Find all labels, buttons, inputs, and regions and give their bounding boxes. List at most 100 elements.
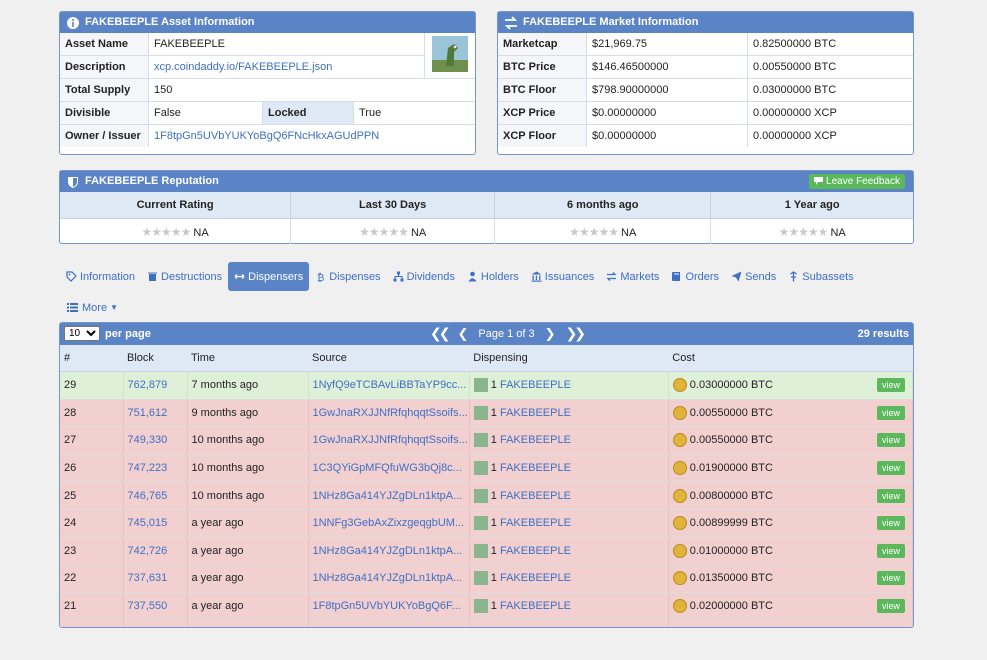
reputation-table: Current Rating Last 30 Days 6 months ago… (60, 192, 913, 244)
row-time: 10 months ago (187, 426, 309, 455)
current-rating-value: NA (193, 226, 209, 239)
view-button[interactable]: view (876, 543, 905, 558)
prev-page-icon[interactable]: ❮ (457, 326, 468, 342)
block-link[interactable]: 736,676 (123, 619, 188, 627)
block-link[interactable]: 745,015 (123, 509, 188, 538)
block-link[interactable]: 737,631 (123, 564, 188, 593)
book-icon (672, 272, 681, 281)
asset-name-label: Asset Name (60, 33, 149, 56)
source-address-link[interactable]: 1F8tpGn5UVbYUKYoBgQ6F... (308, 592, 470, 621)
table-row: 24 745,015 a year ago 1NNFg3GebAxZixzgeqgbU… (60, 509, 913, 538)
tab-more-label: More (82, 301, 108, 314)
description-label: Description (60, 55, 149, 79)
per-page-select[interactable]: 10 (64, 326, 100, 341)
asset-link[interactable]: FAKEBEEPLE (500, 600, 571, 612)
next-page-icon[interactable]: ❯ (545, 326, 556, 342)
col-cost-header[interactable]: Cost (668, 345, 913, 372)
block-link[interactable]: 747,223 (123, 454, 188, 483)
tab-subassets[interactable]: Subassets (782, 262, 859, 291)
tab-dispenses-label: Dispenses (329, 270, 381, 283)
col-block-header[interactable]: Block (123, 345, 187, 372)
view-button[interactable]: view (876, 433, 905, 448)
first-page-icon[interactable]: ❮❮ (430, 325, 451, 342)
tab-information[interactable]: Information (60, 262, 141, 291)
block-link[interactable]: 751,612 (123, 399, 188, 428)
col-number-header[interactable]: # (60, 345, 123, 372)
row-number: 23 (60, 537, 124, 566)
rating-stars-icon[interactable]: ★★★★★ (569, 225, 619, 239)
asset-link[interactable]: FAKEBEEPLE (500, 517, 571, 529)
block-link[interactable]: 762,879 (123, 371, 188, 400)
col-time-header[interactable]: Time (187, 345, 308, 372)
tab-dividends[interactable]: Dividends (387, 262, 461, 291)
asset-link[interactable]: FAKEBEEPLE (500, 462, 571, 474)
marketcap-label: Marketcap (498, 33, 587, 56)
tab-orders[interactable]: Orders (665, 262, 725, 291)
source-address-link[interactable]: 1NHz8Ga414YJZgDLn1ktpA... (308, 564, 470, 593)
block-link[interactable]: 749,330 (123, 426, 188, 455)
view-button[interactable]: view (876, 378, 905, 393)
table-row: 20736,676a year ago1NNFg3GebAxZixzgeqgbU… (60, 619, 913, 627)
view-button[interactable]: view (876, 571, 905, 586)
rating-stars-icon[interactable]: ★★★★★ (779, 225, 829, 239)
dispensing-cell: 1 FAKEBEEPLE (469, 481, 669, 510)
view-button[interactable]: view (876, 461, 905, 476)
market-row: BTC Floor $798.90000000 0.03000000 BTC (498, 78, 913, 102)
asset-link[interactable]: FAKEBEEPLE (500, 407, 571, 419)
col-dispensing-header[interactable]: Dispensing (469, 345, 669, 372)
dispensing-cell: 1 FAKEBEEPLE (469, 619, 669, 627)
tab-markets[interactable]: Markets (600, 262, 665, 291)
xcp-floor-xcp: 0.00000000 XCP (753, 130, 837, 142)
asset-link[interactable]: FAKEBEEPLE (500, 572, 571, 584)
source-address-link[interactable]: 1NyfQ9eTCBAvLiBBTaYP9cc... (308, 371, 470, 400)
row-time: 10 months ago (187, 454, 309, 483)
source-address-link[interactable]: 1NHz8Ga414YJZgDLn1ktpA... (308, 481, 470, 510)
tab-issuances[interactable]: Issuances (525, 262, 601, 291)
tab-destructions-label: Destructions (161, 270, 223, 283)
dispensing-cell: 1 FAKEBEEPLE (469, 454, 669, 483)
tab-sends-label: Sends (745, 270, 777, 283)
tab-more-dropdown[interactable]: More ▼ (60, 293, 124, 322)
last-page-icon[interactable]: ❯❯ (566, 325, 587, 342)
tab-dispensers[interactable]: Dispensers (228, 262, 310, 291)
col-source-header[interactable]: Source (308, 345, 470, 372)
rating-stars-icon[interactable]: ★★★★★ (359, 225, 409, 239)
description-link[interactable]: xcp.coindaddy.io/FAKEBEEPLE.json (148, 55, 425, 79)
rating-stars-icon[interactable]: ★★★★★ (142, 225, 192, 239)
view-button[interactable]: view (876, 405, 905, 420)
tab-dispenses[interactable]: ₿ Dispenses (309, 262, 386, 291)
btc-price-usd: $146.46500000 (586, 55, 748, 79)
leave-feedback-button[interactable]: Leave Feedback (809, 174, 905, 189)
xcp-price-label: XCP Price (498, 101, 587, 125)
view-button[interactable]: view (876, 599, 905, 614)
block-link[interactable]: 737,550 (123, 592, 188, 621)
cost-cell: 0.02000000 BTC view (668, 592, 913, 621)
asset-thumbnail-image[interactable] (432, 36, 468, 72)
bank-icon (531, 271, 542, 282)
source-address-link[interactable]: 1NHz8Ga414YJZgDLn1ktpA... (308, 537, 470, 566)
source-address-link[interactable]: 1NNFg3GebAxZixzgeqgbUM... (308, 509, 470, 538)
source-address-link[interactable]: 1GwJnaRXJJNfRfqhqqtSsoifs... (308, 399, 470, 428)
view-button[interactable]: view (876, 626, 905, 627)
tab-destructions[interactable]: Destructions (141, 262, 228, 291)
owner-address-link[interactable]: 1F8tpGn5UVbYUKYoBgQ6FNcHkxAGUdPPN (149, 125, 476, 148)
bitcoin-coin-icon (672, 378, 687, 393)
market-row: Marketcap $21,969.75 0.82500000 BTC (498, 33, 913, 56)
view-button[interactable]: view (876, 488, 905, 503)
xcp-floor-label: XCP Floor (498, 124, 587, 147)
tab-sends[interactable]: Sends (725, 262, 782, 291)
block-link[interactable]: 742,726 (123, 537, 188, 566)
asset-link[interactable]: FAKEBEEPLE (500, 434, 571, 446)
bitcoin-icon: ₿ (317, 272, 324, 282)
source-address-link[interactable]: 1C3QYiGpMFQfuWG3bQj8c... (308, 454, 470, 483)
source-address-link[interactable]: 1GwJnaRXJJNfRfqhqqtSsoifs... (308, 426, 470, 455)
view-button[interactable]: view (876, 516, 905, 531)
row-number: 28 (60, 399, 124, 428)
asset-link[interactable]: FAKEBEEPLE (500, 379, 571, 391)
source-address-link[interactable]: 1NNFg3GebAxZixzgeqgbUM... (308, 619, 470, 627)
asset-link[interactable]: FAKEBEEPLE (500, 490, 571, 502)
cost-value: 0.01000000 BTC (689, 544, 773, 557)
tab-holders[interactable]: Holders (461, 262, 525, 291)
asset-link[interactable]: FAKEBEEPLE (500, 545, 571, 557)
block-link[interactable]: 746,765 (123, 481, 188, 510)
